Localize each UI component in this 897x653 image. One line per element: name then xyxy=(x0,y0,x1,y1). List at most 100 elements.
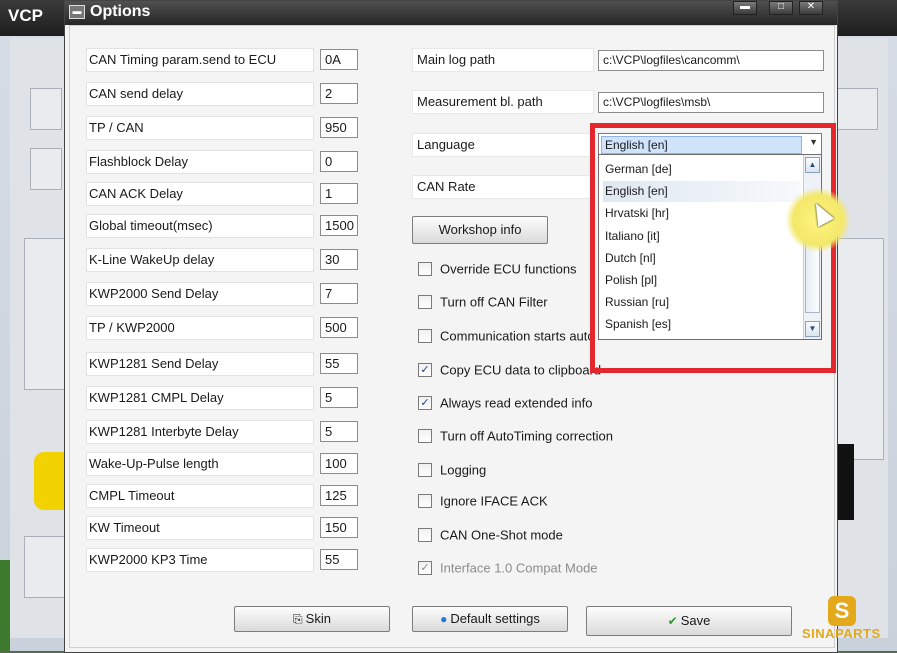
minimize-button[interactable]: ▬ xyxy=(733,1,757,15)
checkbox[interactable] xyxy=(418,261,432,276)
checkbox-label: Communication starts auto xyxy=(440,328,595,344)
skin-button[interactable]: ⎘ Skin xyxy=(234,606,390,632)
close-button[interactable]: ✕ xyxy=(799,1,823,15)
background-right-panel xyxy=(836,38,888,638)
option-checkbox-row[interactable]: ✓ Interface 1.0 Compat Mode xyxy=(418,559,598,577)
param-label: Global timeout(msec) xyxy=(86,214,314,238)
param-value-input[interactable]: 100 xyxy=(320,453,358,474)
param-value-input[interactable]: 1 xyxy=(320,183,358,204)
param-value-input[interactable]: 2 xyxy=(320,83,358,104)
param-label: Wake-Up-Pulse length xyxy=(86,452,314,476)
param-label: KWP2000 Send Delay xyxy=(86,282,314,306)
default-settings-button[interactable]: ● Default settings xyxy=(412,606,568,632)
checkbox[interactable] xyxy=(418,328,432,343)
option-checkbox-row[interactable]: Communication starts auto xyxy=(418,327,595,345)
main-log-path-label: Main log path xyxy=(412,48,594,72)
watermark-logo: S xyxy=(828,596,856,626)
background-block xyxy=(24,536,66,598)
param-label: K-Line WakeUp delay xyxy=(86,248,314,272)
param-value-input[interactable]: 150 xyxy=(320,517,358,538)
checkbox[interactable] xyxy=(418,462,432,477)
param-value-input[interactable]: 5 xyxy=(320,421,358,442)
background-block xyxy=(24,238,66,390)
measurement-path-label: Measurement bl. path xyxy=(412,90,594,114)
option-checkbox-row[interactable]: Ignore IFACE ACK xyxy=(418,492,548,510)
background-block xyxy=(836,88,878,130)
refresh-globe-icon: ● xyxy=(440,612,448,626)
param-value-input[interactable]: 1500 xyxy=(320,215,358,236)
background-warning-shape xyxy=(34,452,64,510)
checkbox[interactable] xyxy=(418,294,432,309)
watermark-text: SINAPARTS xyxy=(802,626,881,641)
background-block xyxy=(30,148,62,190)
can-rate-label: CAN Rate xyxy=(412,175,594,199)
option-checkbox-row[interactable]: CAN One-Shot mode xyxy=(418,526,563,544)
param-label: CMPL Timeout xyxy=(86,484,314,508)
green-check-icon: ✔ xyxy=(667,614,678,628)
window-menu-icon[interactable]: ▬ xyxy=(69,5,85,19)
background-block xyxy=(30,88,62,130)
dialog-title: Options xyxy=(90,3,151,20)
option-checkbox-row[interactable]: ✓ Copy ECU data to clipboard xyxy=(418,361,601,379)
param-label: CAN Timing param.send to ECU xyxy=(86,48,314,72)
param-label: KW Timeout xyxy=(86,516,314,540)
param-value-input[interactable]: 0A xyxy=(320,49,358,70)
param-label: KWP1281 CMPL Delay xyxy=(86,386,314,410)
checkbox-label: Override ECU functions xyxy=(440,261,577,277)
param-label: KWP1281 Interbyte Delay xyxy=(86,420,314,444)
param-label: TP / CAN xyxy=(86,116,314,140)
options-dialog: ▬ Options ▬ □ ✕ CAN Timing param.send to… xyxy=(64,0,850,653)
skin-button-label: Skin xyxy=(305,611,331,626)
maximize-button[interactable]: □ xyxy=(769,1,793,15)
background-app-title: VCP xyxy=(8,6,43,25)
skin-icon: ⎘ xyxy=(293,612,303,626)
desktop-background xyxy=(0,560,10,651)
checkbox-label: CAN One-Shot mode xyxy=(440,527,563,543)
checkbox[interactable]: ✓ xyxy=(418,362,432,377)
save-button-label: Save xyxy=(680,613,711,628)
language-label: Language xyxy=(412,133,594,157)
checkbox[interactable]: ✓ xyxy=(418,395,432,410)
param-value-input[interactable]: 5 xyxy=(320,387,358,408)
option-checkbox-row[interactable]: Turn off CAN Filter xyxy=(418,293,548,311)
main-log-path-input[interactable]: c:\VCP\logfiles\cancomm\ xyxy=(598,50,824,71)
background-dark-shape xyxy=(838,444,854,520)
checkbox-label: Interface 1.0 Compat Mode xyxy=(440,560,598,576)
checkbox-label: Logging xyxy=(440,462,487,478)
default-settings-label: Default settings xyxy=(450,611,540,626)
save-button[interactable]: ✔ Save xyxy=(586,606,792,636)
param-label: KWP2000 KP3 Time xyxy=(86,548,314,572)
param-label: Flashblock Delay xyxy=(86,150,314,174)
background-block xyxy=(836,238,884,460)
annotation-highlight-box xyxy=(590,123,836,373)
option-checkbox-row[interactable]: ✓ Always read extended info xyxy=(418,394,592,412)
checkbox[interactable] xyxy=(418,493,432,508)
param-value-input[interactable]: 55 xyxy=(320,549,358,570)
param-value-input[interactable]: 500 xyxy=(320,317,358,338)
option-checkbox-row[interactable]: Turn off AutoTiming correction xyxy=(418,427,613,445)
dialog-titlebar[interactable]: ▬ Options ▬ □ ✕ xyxy=(65,1,837,25)
param-value-input[interactable]: 0 xyxy=(320,151,358,172)
param-label: KWP1281 Send Delay xyxy=(86,352,314,376)
checkbox[interactable] xyxy=(418,428,432,443)
checkbox-label: Copy ECU data to clipboard xyxy=(440,362,602,378)
checkbox-label: Turn off AutoTiming correction xyxy=(440,428,613,444)
checkbox[interactable] xyxy=(418,527,432,542)
measurement-path-input[interactable]: c:\VCP\logfiles\msb\ xyxy=(598,92,824,113)
param-label: CAN ACK Delay xyxy=(86,182,314,206)
workshop-info-button[interactable]: Workshop info xyxy=(412,216,548,244)
param-value-input[interactable]: 125 xyxy=(320,485,358,506)
param-value-input[interactable]: 30 xyxy=(320,249,358,270)
checkbox[interactable]: ✓ xyxy=(418,560,432,575)
checkbox-label: Ignore IFACE ACK xyxy=(440,493,548,509)
param-value-input[interactable]: 55 xyxy=(320,353,358,374)
param-value-input[interactable]: 7 xyxy=(320,283,358,304)
param-label: TP / KWP2000 xyxy=(86,316,314,340)
option-checkbox-row[interactable]: Logging xyxy=(418,461,486,479)
dialog-body: CAN Timing param.send to ECU 0A CAN send d… xyxy=(69,25,850,648)
param-label: CAN send delay xyxy=(86,82,314,106)
option-checkbox-row[interactable]: Override ECU functions xyxy=(418,260,577,278)
checkbox-label: Always read extended info xyxy=(440,395,593,411)
param-value-input[interactable]: 950 xyxy=(320,117,358,138)
background-left-panel xyxy=(10,38,67,638)
